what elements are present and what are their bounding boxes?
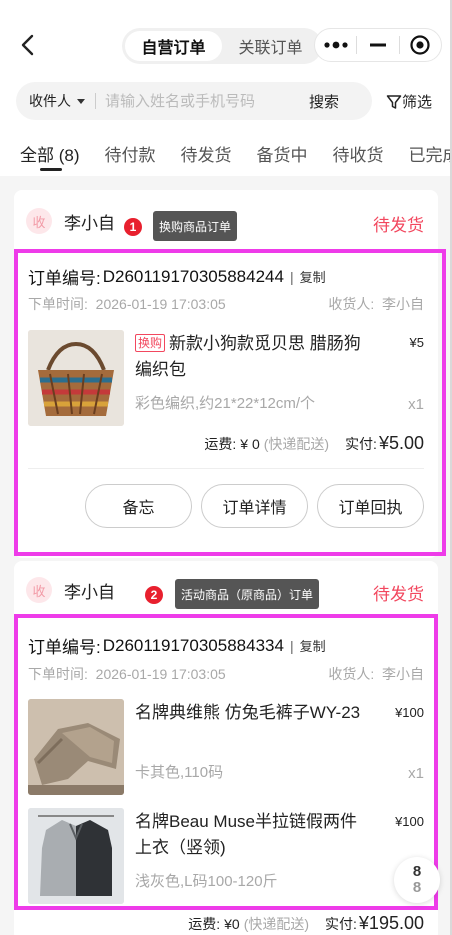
order-actions: 备忘 订单详情 订单回执 bbox=[85, 484, 433, 528]
segment-linked-orders[interactable]: 关联订单 bbox=[222, 31, 319, 61]
product-price: ¥100 bbox=[395, 814, 424, 829]
receiver-name: 李小自 bbox=[64, 213, 115, 233]
back-arrow-icon[interactable] bbox=[18, 33, 38, 57]
order-type-tooltip: 活动商品（原商品）订单 bbox=[175, 579, 320, 609]
freight-label: 运费: bbox=[204, 436, 237, 452]
product-title[interactable]: 名牌Beau Muse半拉链假两件上衣（竖领) bbox=[135, 809, 365, 861]
tab-pending-payment[interactable]: 待付款 bbox=[105, 130, 156, 176]
order-number: D260119170305884334 bbox=[102, 635, 284, 655]
order-time: 下单时间: 2026-01-19 17:03:05 bbox=[28, 666, 226, 682]
total-pages: 8 bbox=[412, 879, 422, 896]
order-number-label: 订单编号: bbox=[28, 269, 101, 288]
minimize-icon[interactable] bbox=[357, 29, 398, 61]
receiver-name: 李小自 bbox=[64, 582, 115, 602]
product-quantity: x1 bbox=[408, 396, 424, 413]
order-detail-button[interactable]: 订单详情 bbox=[201, 484, 308, 528]
search-button[interactable]: 搜索 bbox=[309, 91, 339, 112]
receiver-badge: 收 bbox=[26, 577, 52, 603]
filter-funnel-icon bbox=[386, 94, 402, 109]
tab-preparing[interactable]: 备货中 bbox=[257, 130, 308, 176]
search-row: 收件人 搜索 筛选 bbox=[0, 74, 452, 130]
tab-completed[interactable]: 已完成 bbox=[409, 130, 452, 176]
copy-divider: | bbox=[289, 268, 294, 285]
product-spec: 彩色编织,约21*22*12cm/个 bbox=[135, 395, 316, 412]
filter-button[interactable]: 筛选 bbox=[386, 91, 432, 112]
filter-label: 筛选 bbox=[402, 94, 433, 111]
product-title[interactable]: 名牌典维熊 仿兔毛裤子WY-23 bbox=[135, 700, 365, 726]
copy-button[interactable]: 复制 bbox=[300, 636, 326, 655]
order-receipt-button[interactable]: 订单回执 bbox=[317, 484, 424, 528]
paid-amount: ¥5.00 bbox=[378, 433, 424, 453]
product-price: ¥5 bbox=[409, 335, 424, 350]
product-image[interactable] bbox=[28, 699, 124, 795]
product-spec: 浅灰色,L码100-120斤 bbox=[135, 873, 278, 890]
top-nav-bar: 自营订单 关联订单 bbox=[0, 0, 452, 74]
order-summary: 运费: ¥ 0 (快递配送) 实付: ¥5.00 bbox=[204, 433, 424, 454]
paid-label: 实付: bbox=[345, 436, 377, 452]
current-page: 8 bbox=[412, 863, 422, 880]
consignee: 收货人: 李小自 bbox=[328, 296, 424, 312]
product-title[interactable]: 换购 新款小狗款觅贝思 腊肠狗编织包 bbox=[135, 331, 365, 383]
order-status: 待发货 bbox=[373, 585, 424, 604]
order-number-label: 订单编号: bbox=[28, 638, 101, 657]
order-meta-row: 下单时间: 2026-01-19 17:03:05 收货人: 李小自 bbox=[28, 664, 424, 684]
search-box: 收件人 搜索 bbox=[16, 82, 372, 120]
exchange-tag: 换购 bbox=[135, 334, 166, 352]
annotation-number-badge: 1 bbox=[124, 218, 142, 236]
tab-pending-shipment[interactable]: 待发货 bbox=[181, 130, 232, 176]
close-target-icon[interactable] bbox=[400, 29, 441, 61]
order-status: 待发货 bbox=[373, 216, 424, 235]
segment-self-orders[interactable]: 自营订单 bbox=[125, 31, 222, 61]
product-image[interactable] bbox=[28, 808, 124, 904]
paid-amount: ¥195.00 bbox=[358, 913, 424, 933]
receiver-header: 收 李小自 bbox=[26, 577, 115, 603]
product-quantity: x1 bbox=[408, 765, 424, 782]
order-time: 下单时间: 2026-01-19 17:03:05 bbox=[28, 296, 226, 312]
search-field-selector[interactable]: 收件人 bbox=[29, 91, 71, 111]
order-number-row: 订单编号: D260119170305884334 | 复制 bbox=[28, 633, 326, 658]
order-meta-row: 下单时间: 2026-01-19 17:03:05 收货人: 李小自 bbox=[28, 294, 424, 314]
search-input[interactable] bbox=[105, 92, 305, 110]
consignee: 收货人: 李小自 bbox=[328, 666, 424, 682]
copy-divider: | bbox=[289, 637, 294, 654]
receiver-badge: 收 bbox=[26, 208, 52, 234]
copy-button[interactable]: 复制 bbox=[300, 267, 326, 286]
delivery-method: (快递配送) bbox=[243, 916, 310, 932]
more-dots-icon[interactable] bbox=[315, 29, 356, 61]
annotation-number-badge: 2 bbox=[145, 586, 163, 604]
freight-label: 运费: bbox=[188, 916, 221, 932]
delivery-method: (快递配送) bbox=[263, 436, 330, 452]
product-price: ¥100 bbox=[395, 705, 424, 720]
miniapp-capsule bbox=[314, 28, 442, 62]
status-tabs: 全部 (8) 待付款 待发货 备货中 待收货 已完成 bbox=[0, 130, 452, 176]
order-number: D260119170305884244 bbox=[102, 266, 284, 286]
freight-value: ¥ 0 bbox=[240, 436, 260, 452]
tab-pending-receipt[interactable]: 待收货 bbox=[333, 130, 384, 176]
order-type-segment: 自营订单 关联订单 bbox=[122, 28, 322, 64]
receiver-header: 收 李小自 bbox=[26, 208, 115, 234]
page-indicator[interactable]: 8 8 bbox=[394, 857, 440, 903]
paid-label: 实付: bbox=[325, 916, 357, 932]
chevron-down-icon[interactable] bbox=[77, 98, 85, 104]
product-spec: 卡其色,110码 bbox=[135, 764, 224, 781]
freight-value: ¥0 bbox=[224, 916, 240, 932]
order-summary: 运费: ¥0 (快递配送) 实付: ¥195.00 bbox=[188, 913, 424, 934]
search-divider bbox=[95, 93, 96, 109]
divider bbox=[28, 468, 424, 469]
order-type-tooltip: 换购商品订单 bbox=[153, 211, 238, 241]
order-number-row: 订单编号: D260119170305884244 | 复制 bbox=[28, 264, 326, 289]
product-image[interactable] bbox=[28, 330, 124, 426]
tab-all[interactable]: 全部 (8) bbox=[20, 130, 80, 176]
memo-button[interactable]: 备忘 bbox=[85, 484, 192, 528]
